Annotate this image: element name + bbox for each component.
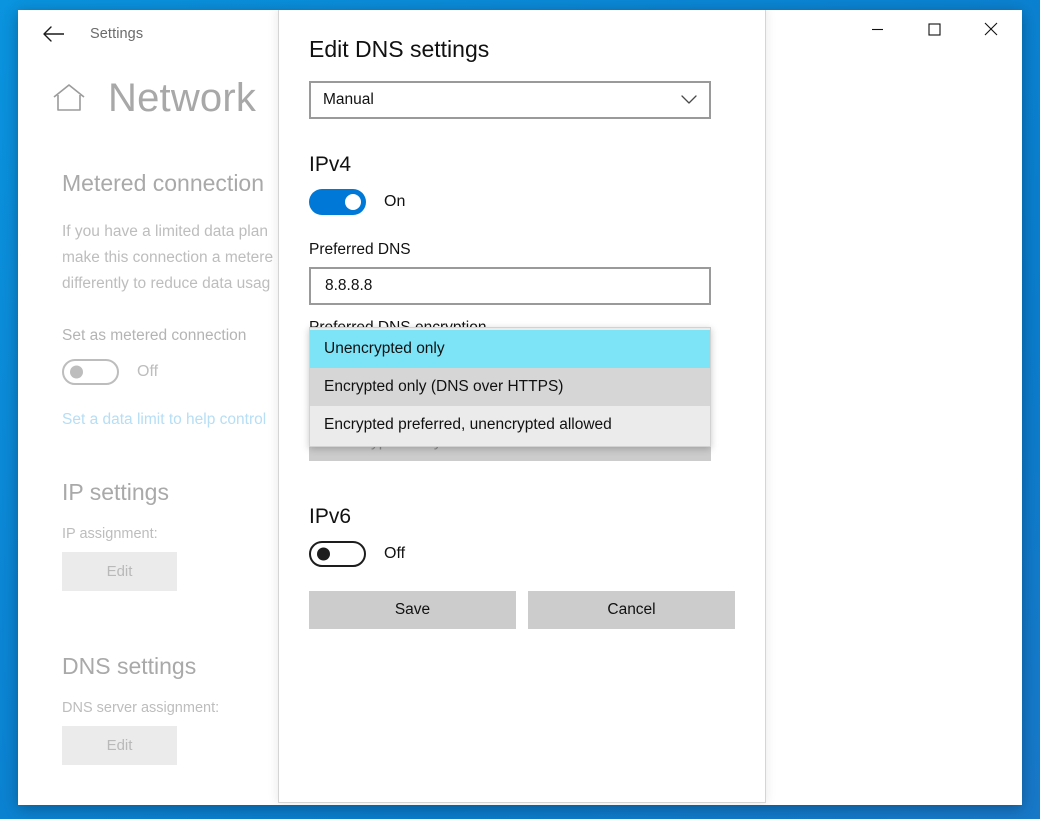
ipv4-toggle[interactable] (309, 189, 366, 215)
metered-toggle[interactable] (62, 359, 119, 385)
encryption-dropdown-list: Unencrypted only Encrypted only (DNS ove… (309, 327, 711, 447)
preferred-dns-input[interactable]: 8.8.8.8 (309, 267, 711, 305)
ipv4-section-title: IPv4 (309, 153, 352, 176)
save-button[interactable]: Save (309, 591, 516, 629)
toggle-knob (70, 365, 83, 379)
dropdown-option-encrypted-preferred[interactable]: Encrypted preferred, unencrypted allowed (310, 406, 710, 444)
close-button[interactable] (968, 10, 1014, 48)
toggle-knob (317, 547, 330, 561)
ipv6-toggle[interactable] (309, 541, 366, 567)
dropdown-option-encrypted-only[interactable]: Encrypted only (DNS over HTTPS) (310, 368, 710, 406)
toggle-knob (345, 194, 361, 210)
preferred-dns-encryption-field: Unencrypted only Encrypted only (DNS ove… (309, 327, 711, 447)
home-icon (52, 83, 86, 113)
window-title: Settings (90, 26, 144, 42)
minimize-button[interactable] (854, 10, 900, 48)
dialog-button-row: Save Cancel (309, 591, 735, 629)
ipv4-toggle-row: On (309, 189, 735, 215)
ipv4-toggle-state: On (384, 193, 406, 210)
dialog-title: Edit DNS settings (309, 36, 490, 62)
dns-method-dropdown[interactable]: Manual (309, 81, 711, 119)
page-title: Network (108, 76, 257, 120)
ipv6-toggle-row: Off (309, 541, 735, 567)
dns-assignment-edit-button[interactable]: Edit (62, 726, 177, 765)
back-button[interactable] (30, 14, 78, 54)
ipv6-section-title: IPv6 (309, 505, 352, 528)
edit-dns-settings-dialog: Edit DNS settings Manual IPv4 On Preferr… (278, 10, 766, 803)
metered-toggle-state: Off (137, 363, 159, 380)
maximize-button[interactable] (911, 10, 957, 48)
dropdown-option-unencrypted-only[interactable]: Unencrypted only (310, 330, 710, 368)
chevron-down-icon (681, 95, 697, 105)
preferred-dns-label: Preferred DNS (309, 241, 411, 258)
dns-method-value: Manual (323, 91, 374, 108)
cancel-button[interactable]: Cancel (528, 591, 735, 629)
settings-window: Settings Network Metered connection If y… (18, 10, 1022, 805)
ipv6-toggle-state: Off (384, 545, 406, 562)
ip-assignment-edit-button[interactable]: Edit (62, 552, 177, 591)
